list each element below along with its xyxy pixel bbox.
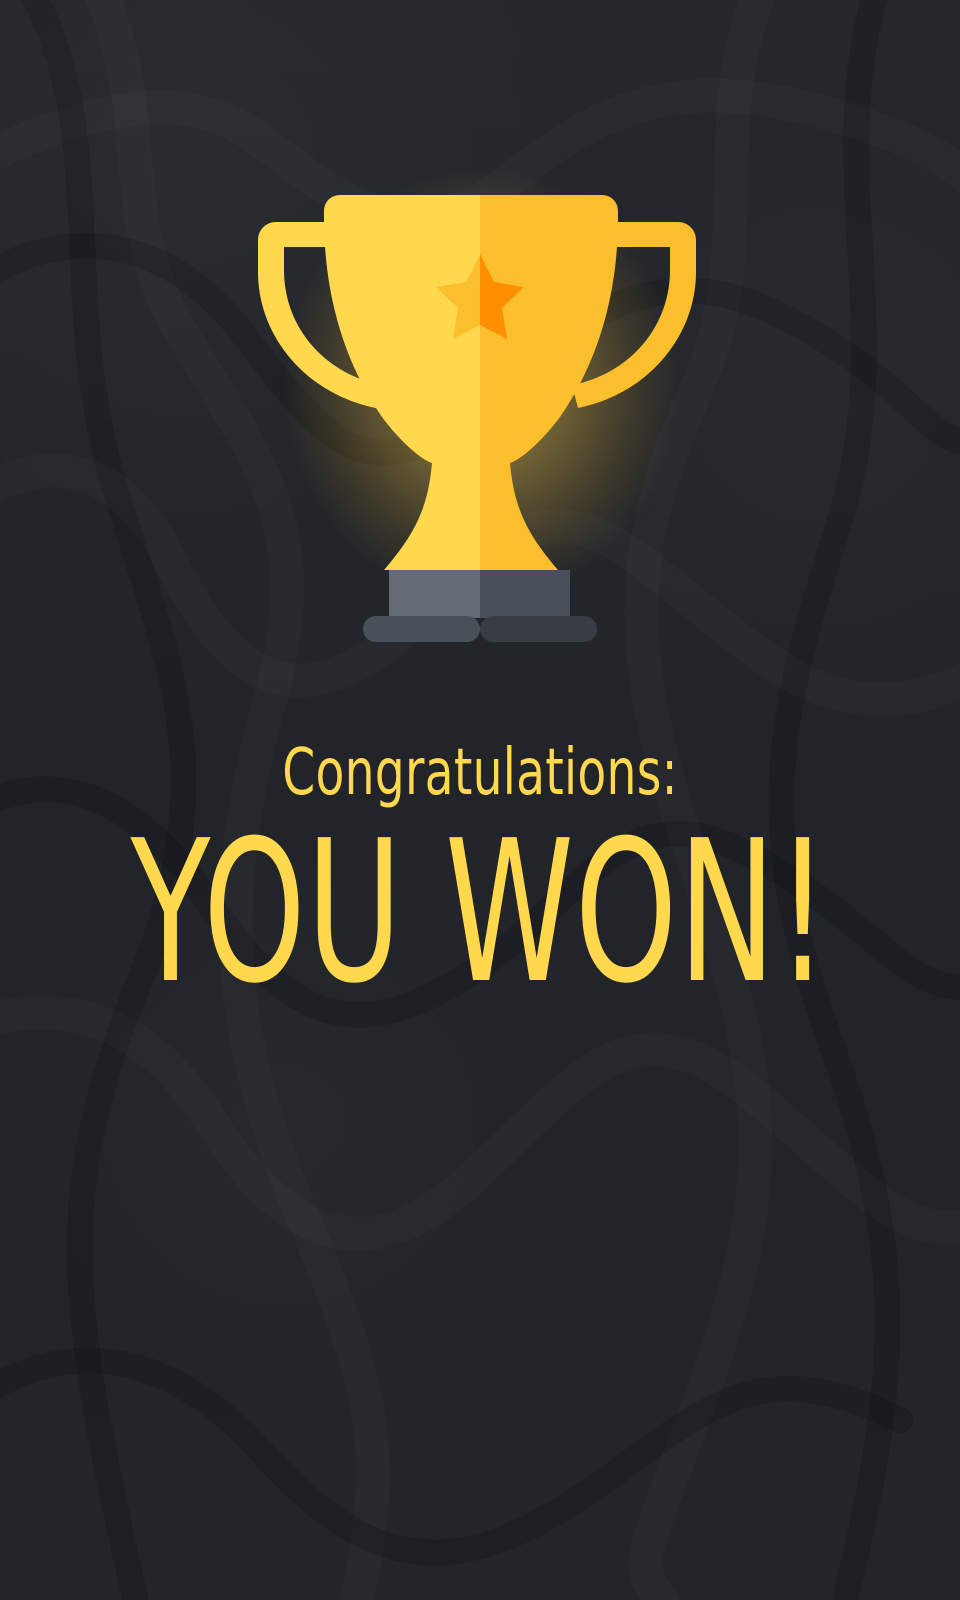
- you-won-headline: YOU WON!: [130, 799, 830, 1027]
- trophy-icon: [258, 195, 696, 642]
- victory-screen: Congratulations: YOU WON!: [0, 0, 960, 1600]
- trophy-base: [363, 570, 597, 642]
